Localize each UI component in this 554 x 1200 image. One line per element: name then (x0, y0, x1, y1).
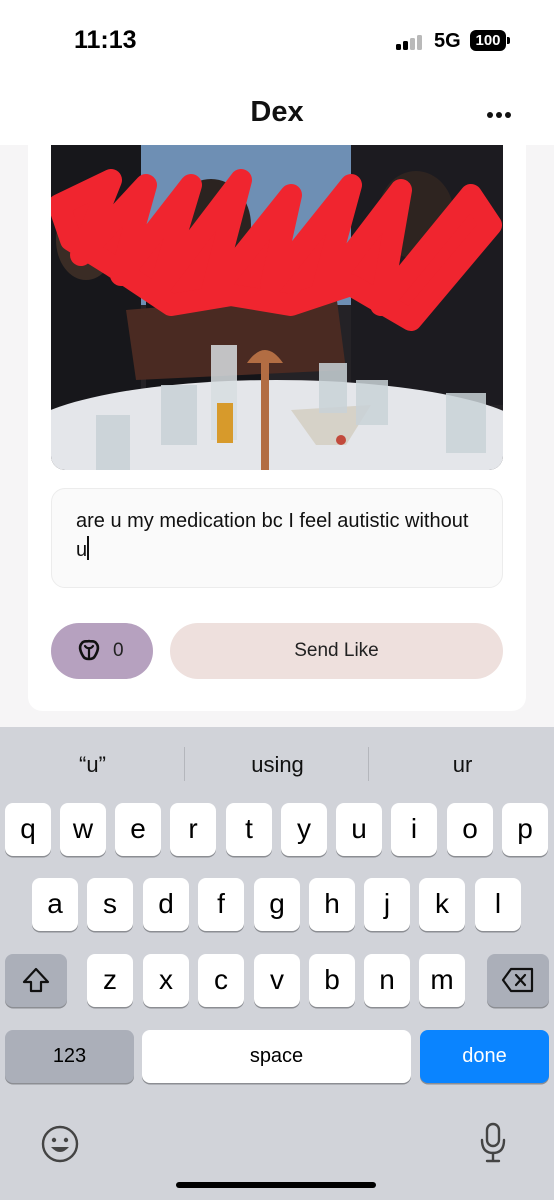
done-key[interactable]: done (420, 1030, 549, 1083)
key-s[interactable]: s (87, 878, 133, 931)
send-like-button[interactable]: Send Like (170, 623, 503, 679)
key-c[interactable]: c (198, 954, 244, 1007)
battery-tip (507, 37, 510, 44)
key-g[interactable]: g (254, 878, 300, 931)
key-r[interactable]: r (170, 803, 216, 856)
key-o[interactable]: o (447, 803, 493, 856)
rose-button[interactable]: 0 (51, 623, 153, 679)
delete-icon (501, 967, 534, 993)
key-q[interactable]: q (5, 803, 51, 856)
suggestion-1[interactable]: “u” (30, 749, 155, 781)
network-type: 5G (434, 30, 461, 52)
key-a[interactable]: a (32, 878, 78, 931)
key-b[interactable]: b (309, 954, 355, 1007)
app-header: Dex (0, 72, 554, 145)
key-f[interactable]: f (198, 878, 244, 931)
key-p[interactable]: p (502, 803, 548, 856)
suggestion-3[interactable]: ur (400, 749, 525, 781)
key-y[interactable]: y (281, 803, 327, 856)
shift-key[interactable] (5, 954, 67, 1007)
page-title: Dex (250, 96, 304, 128)
key-k[interactable]: k (419, 878, 465, 931)
space-key[interactable]: space (142, 1030, 411, 1083)
key-h[interactable]: h (309, 878, 355, 931)
screen: 11:13 5G 100 Dex are u my medication bc … (0, 0, 554, 1200)
key-n[interactable]: n (364, 954, 410, 1007)
numbers-key[interactable]: 123 (5, 1030, 134, 1083)
key-i[interactable]: i (391, 803, 437, 856)
key-m[interactable]: m (419, 954, 465, 1007)
key-z[interactable]: z (87, 954, 133, 1007)
comment-input[interactable]: are u my medication bc I feel autistic w… (51, 488, 503, 588)
more-horizontal-icon[interactable] (484, 110, 514, 120)
status-time: 11:13 (74, 26, 137, 54)
profile-photo (51, 145, 503, 470)
home-indicator (176, 1182, 376, 1188)
key-x[interactable]: x (143, 954, 189, 1007)
delete-key[interactable] (487, 954, 549, 1007)
suggestion-2[interactable]: using (215, 749, 340, 781)
rose-count: 0 (113, 640, 124, 661)
suggestion-divider (184, 747, 185, 781)
comment-text: are u my medication bc I feel autistic w… (76, 510, 469, 561)
text-cursor (87, 536, 90, 560)
key-w[interactable]: w (60, 803, 106, 856)
emoji-icon[interactable] (40, 1124, 80, 1164)
photo-scene (51, 145, 503, 470)
key-l[interactable]: l (475, 878, 521, 931)
key-e[interactable]: e (115, 803, 161, 856)
suggestion-divider (368, 747, 369, 781)
rose-icon (78, 639, 100, 661)
key-t[interactable]: t (226, 803, 272, 856)
key-v[interactable]: v (254, 954, 300, 1007)
key-j[interactable]: j (364, 878, 410, 931)
key-d[interactable]: d (143, 878, 189, 931)
cellular-signal-icon (396, 34, 426, 50)
microphone-icon[interactable] (478, 1122, 508, 1164)
status-bar: 11:13 5G 100 (0, 0, 554, 72)
shift-icon (22, 967, 50, 993)
key-u[interactable]: u (336, 803, 382, 856)
battery-icon: 100 (470, 30, 506, 51)
